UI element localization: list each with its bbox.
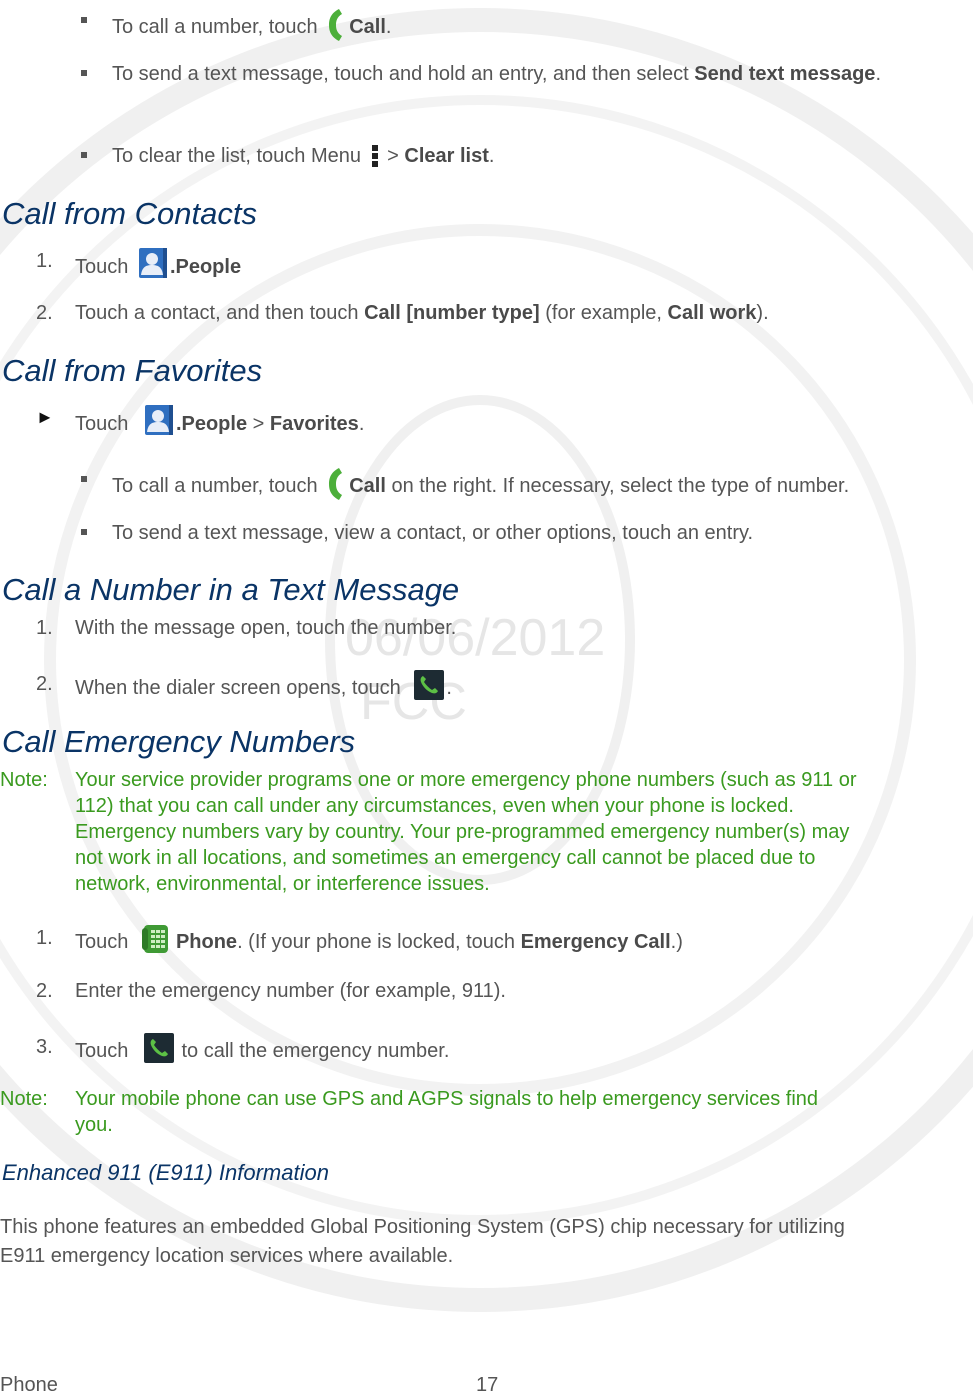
call-number-type-label: Call [number type] xyxy=(364,302,540,324)
step-dialer-opens: When the dialer screen opens, touch . xyxy=(75,670,452,702)
bullet-call-number: To call a number, touch Call. xyxy=(112,7,391,43)
step-open-message: With the message open, touch the number. xyxy=(75,617,457,639)
arrow-bullet-icon: ► xyxy=(36,407,54,427)
step-number: 2. xyxy=(36,980,53,1002)
punctuation: . xyxy=(358,413,365,435)
punctuation: ). xyxy=(756,302,769,324)
heading-call-from-favorites: Call from Favorites xyxy=(2,353,263,388)
call-work-label: Call work xyxy=(667,302,757,324)
step-text: Touch a contact, and then touch xyxy=(75,302,365,324)
paragraph-line: E911 emergency location services where a… xyxy=(0,1245,454,1267)
note-emergency-numbers: Your service provider programs one or mo… xyxy=(75,767,857,897)
note-line: you. xyxy=(75,1114,113,1136)
punctuation: . xyxy=(875,63,881,85)
footer-section-name: Phone xyxy=(0,1374,58,1396)
bullet-marker xyxy=(81,476,87,482)
manual-page: To call a number, touch Call. To send a … xyxy=(0,0,973,1396)
step-touch-contact: Touch a contact, and then touch Call [nu… xyxy=(75,299,769,327)
heading-call-from-contacts: Call from Contacts xyxy=(2,196,257,231)
step-touch-people: Touch .People xyxy=(75,247,241,281)
bullet-send-text: To send a text message, touch and hold a… xyxy=(112,60,912,88)
send-text-message-label: Send text message xyxy=(694,63,876,85)
step-number: 3. xyxy=(36,1036,53,1058)
bullet-clear-list: To clear the list, touch Menu > Clear li… xyxy=(112,142,494,170)
people-app-icon xyxy=(138,247,168,279)
e911-paragraph: This phone features an embedded Global P… xyxy=(0,1213,845,1271)
emergency-call-label: Emergency Call xyxy=(520,931,671,953)
paragraph-line: This phone features an embedded Global P… xyxy=(0,1216,845,1238)
dial-button-icon xyxy=(143,1033,174,1063)
favorites-label: Favorites xyxy=(269,413,359,435)
note-label: Note: xyxy=(0,1088,48,1110)
step-text: (for example, xyxy=(539,302,668,324)
step-text: Touch xyxy=(75,256,134,278)
bullet-call-favorite: To call a number, touch Call on the righ… xyxy=(112,466,849,502)
step-text: When the dialer screen opens, touch xyxy=(75,677,407,699)
note-line: Your service provider programs one or mo… xyxy=(75,769,857,791)
bullet-text: on the right. If necessary, select the t… xyxy=(385,475,850,497)
step-text: to call the emergency number. xyxy=(175,1040,450,1062)
step-text: Touch xyxy=(75,413,134,435)
step-number: 2. xyxy=(36,302,53,324)
bullet-text: To send a text message, touch and hold a… xyxy=(112,63,695,85)
note-line: 112) that you can call under any circums… xyxy=(75,795,794,817)
step-text: . (If your phone is locked, touch xyxy=(237,931,521,953)
bullet-text: To clear the list, touch Menu xyxy=(112,145,367,167)
punctuation: . xyxy=(446,677,452,699)
punctuation: . xyxy=(488,145,495,167)
separator: > xyxy=(381,145,405,167)
menu-dots-icon xyxy=(371,144,379,168)
bullet-text: To call a number, touch xyxy=(112,475,324,497)
bullet-marker xyxy=(81,529,87,535)
note-label: Note: xyxy=(0,769,48,791)
step-touch-favorites: Touch .People > Favorites. xyxy=(75,404,364,438)
heading-call-number-in-text: Call a Number in a Text Message xyxy=(2,572,460,607)
step-text: Touch xyxy=(75,1040,134,1062)
step-number: 1. xyxy=(36,250,53,272)
separator: > xyxy=(247,413,270,435)
step-touch-dial: Touch to call the emergency number. xyxy=(75,1033,449,1065)
punctuation: .) xyxy=(670,931,683,953)
note-line: Emergency numbers vary by country. Your … xyxy=(75,821,850,843)
call-label: Call xyxy=(349,16,386,38)
phone-label: Phone xyxy=(175,931,238,953)
call-label: Call xyxy=(349,475,386,497)
note-line: not work in all locations, and sometimes… xyxy=(75,847,816,869)
heading-e911: Enhanced 911 (E911) Information xyxy=(2,1160,329,1185)
footer-page-number: 17 xyxy=(476,1374,499,1396)
bullet-send-text-favorite: To send a text message, view a contact, … xyxy=(112,522,754,544)
note-gps: Your mobile phone can use GPS and AGPS s… xyxy=(75,1086,818,1138)
step-enter-number: Enter the emergency number (for example,… xyxy=(75,980,506,1002)
bullet-marker xyxy=(81,152,87,158)
people-label: .People xyxy=(175,413,248,435)
people-app-icon xyxy=(144,404,174,436)
dial-button-icon xyxy=(414,670,445,700)
heading-call-emergency: Call Emergency Numbers xyxy=(2,724,356,759)
note-line: Your mobile phone can use GPS and AGPS s… xyxy=(75,1088,819,1110)
people-label: .People xyxy=(169,256,242,278)
step-number: 1. xyxy=(36,927,53,949)
step-text: Touch xyxy=(75,931,134,953)
step-number: 2. xyxy=(36,673,53,695)
bullet-marker xyxy=(81,17,87,23)
step-touch-phone: Touch Phone. (If your phone is locked, t… xyxy=(75,924,683,956)
green-handset-icon xyxy=(325,466,345,502)
note-line: network, environmental, or interference … xyxy=(75,873,490,895)
step-number: 1. xyxy=(36,617,53,639)
bullet-text: To call a number, touch xyxy=(112,16,324,38)
phone-app-icon xyxy=(141,924,170,954)
green-handset-icon xyxy=(325,7,345,43)
bullet-marker xyxy=(81,70,87,76)
clear-list-label: Clear list xyxy=(404,145,489,167)
punctuation: . xyxy=(385,16,392,38)
